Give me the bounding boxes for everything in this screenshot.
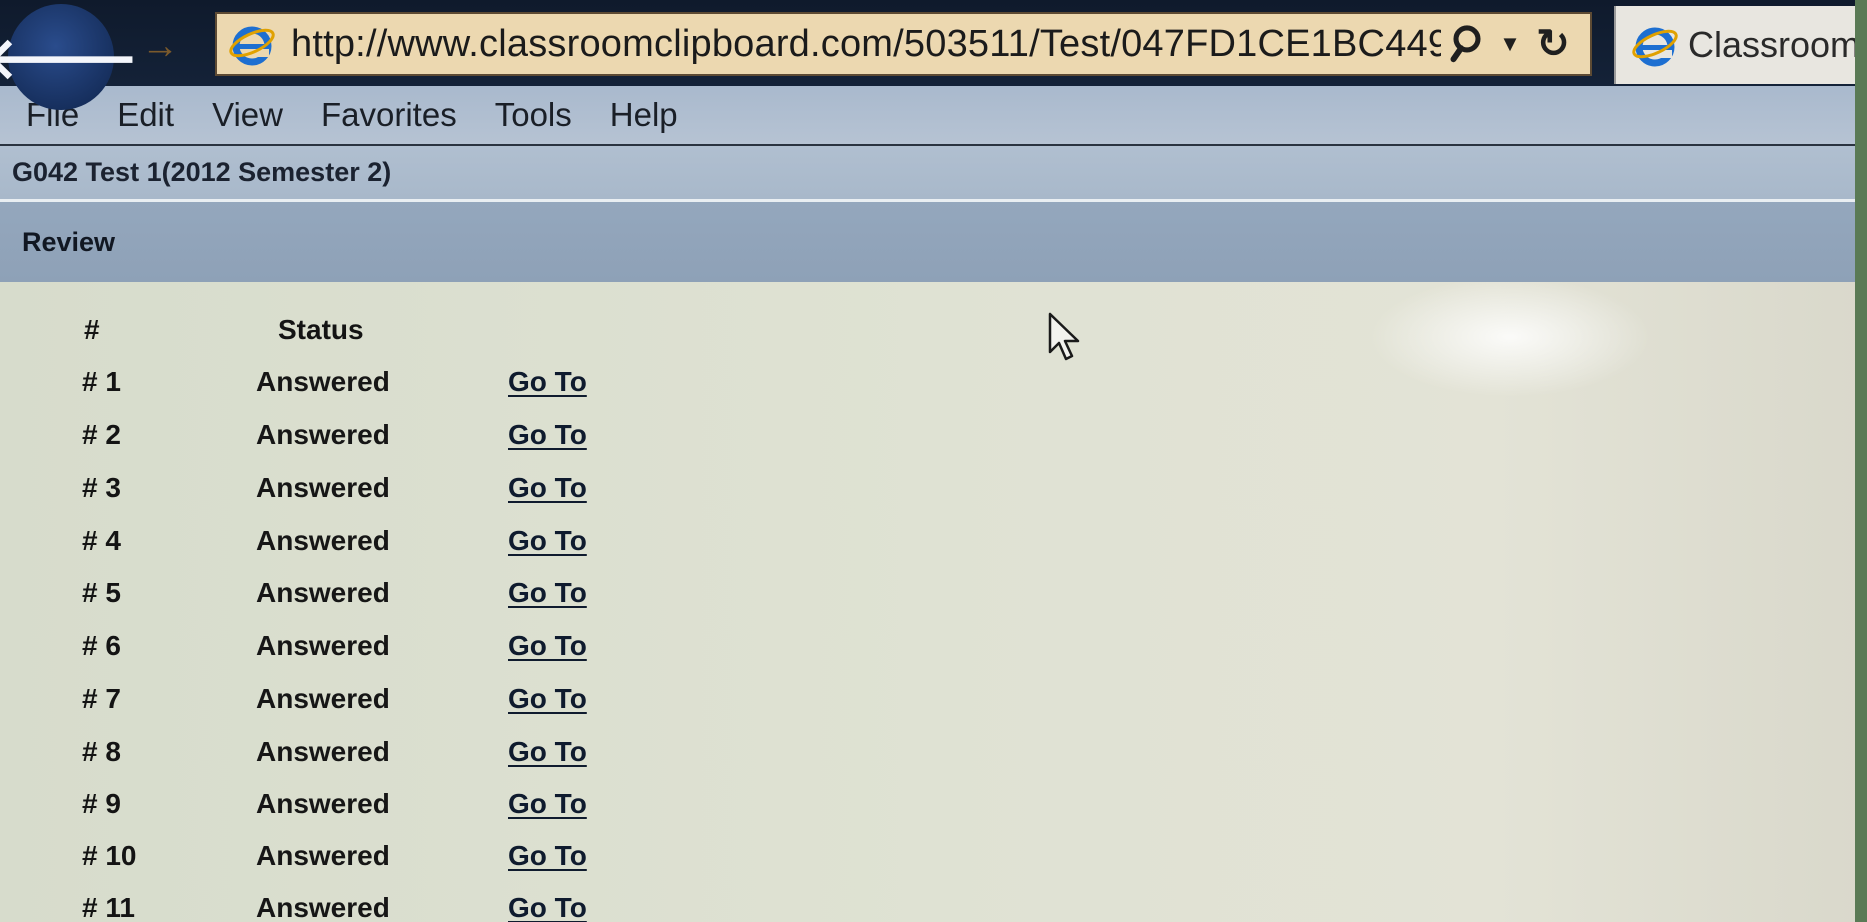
section-title: Review (22, 226, 116, 257)
question-number: # 3 (82, 472, 121, 503)
go-to-link[interactable]: Go To (508, 630, 587, 662)
menu-edit[interactable]: Edit (117, 96, 174, 134)
back-button[interactable]: 🡐 (0, 4, 139, 110)
refresh-icon[interactable]: ↻ (1527, 18, 1579, 70)
url-text[interactable]: http://www.classroomclipboard.com/503511… (291, 23, 1441, 66)
go-to-link[interactable]: Go To (508, 736, 587, 768)
table-row: # 11 Answered Go To (0, 892, 700, 922)
table-row: # 7 Answered Go To (0, 683, 700, 727)
browser-toolbar: 🡐 → http://www.classroomclipboard.com/50… (0, 0, 1867, 110)
menu-favorites[interactable]: Favorites (321, 96, 457, 134)
menu-tools[interactable]: Tools (495, 96, 572, 134)
go-to-link[interactable]: Go To (508, 788, 587, 820)
question-number: # 2 (82, 419, 121, 450)
question-status: Answered (256, 419, 390, 450)
go-to-link[interactable]: Go To (508, 419, 587, 451)
question-number: # 6 (82, 630, 121, 661)
ie-logo-icon (1630, 20, 1680, 70)
table-row: # 1 Answered Go To (0, 366, 700, 410)
table-row: # 5 Answered Go To (0, 577, 700, 621)
table-row: # 10 Answered Go To (0, 840, 700, 884)
go-to-link[interactable]: Go To (508, 577, 587, 609)
question-status: Answered (256, 736, 390, 767)
go-to-link[interactable]: Go To (508, 366, 587, 398)
question-number: # 7 (82, 683, 121, 714)
question-status: Answered (256, 472, 390, 503)
review-header: Review (0, 202, 1867, 282)
question-number: # 8 (82, 736, 121, 767)
window-edge (1855, 0, 1867, 922)
question-number: # 5 (82, 577, 121, 608)
forward-button[interactable]: → (132, 18, 188, 74)
header-number: # (84, 314, 100, 345)
question-status: Answered (256, 577, 390, 608)
table-row: # 3 Answered Go To (0, 472, 700, 516)
question-number: # 1 (82, 366, 121, 397)
chevron-down-icon[interactable]: ▼ (1493, 18, 1527, 70)
table-header: # Status (0, 314, 700, 358)
go-to-link[interactable]: Go To (508, 472, 587, 504)
mouse-cursor-icon (1048, 312, 1080, 361)
question-number: # 9 (82, 788, 121, 819)
question-status: Answered (256, 366, 390, 397)
menu-bar: File Edit View Favorites Tools Help (0, 86, 1867, 146)
question-status: Answered (256, 892, 390, 922)
go-to-link[interactable]: Go To (508, 525, 587, 557)
go-to-link[interactable]: Go To (508, 840, 587, 872)
question-status: Answered (256, 630, 390, 661)
question-status: Answered (256, 788, 390, 819)
tab-title: ClassroomC (1688, 24, 1867, 65)
question-number: # 4 (82, 525, 121, 556)
page-title: G042 Test 1(2012 Semester 2) (12, 157, 392, 187)
question-status: Answered (256, 840, 390, 871)
address-bar[interactable]: http://www.classroomclipboard.com/503511… (215, 12, 1592, 76)
table-row: # 2 Answered Go To (0, 419, 700, 463)
header-status: Status (278, 314, 364, 345)
browser-tab[interactable]: ClassroomC (1614, 6, 1867, 84)
menu-view[interactable]: View (212, 96, 283, 134)
page-title-bar: G042 Test 1(2012 Semester 2) (0, 146, 1867, 202)
question-status: Answered (256, 525, 390, 556)
browser-window: 🡐 → http://www.classroomclipboard.com/50… (0, 0, 1867, 922)
menu-help[interactable]: Help (610, 96, 678, 134)
table-row: # 4 Answered Go To (0, 525, 700, 569)
forward-arrow-icon: → (141, 24, 179, 67)
back-arrow-icon: 🡐 (0, 26, 139, 91)
go-to-link[interactable]: Go To (508, 683, 587, 715)
table-row: # 6 Answered Go To (0, 630, 700, 674)
question-number: # 11 (82, 892, 135, 922)
question-status: Answered (256, 683, 390, 714)
table-row: # 8 Answered Go To (0, 736, 700, 780)
table-row: # 9 Answered Go To (0, 788, 700, 832)
search-icon[interactable] (1441, 18, 1493, 70)
review-content: # Status # 1 Answered Go To # 2 Answered… (0, 282, 1867, 922)
ie-logo-icon (227, 19, 277, 69)
question-number: # 10 (82, 840, 137, 871)
go-to-link[interactable]: Go To (508, 892, 587, 922)
